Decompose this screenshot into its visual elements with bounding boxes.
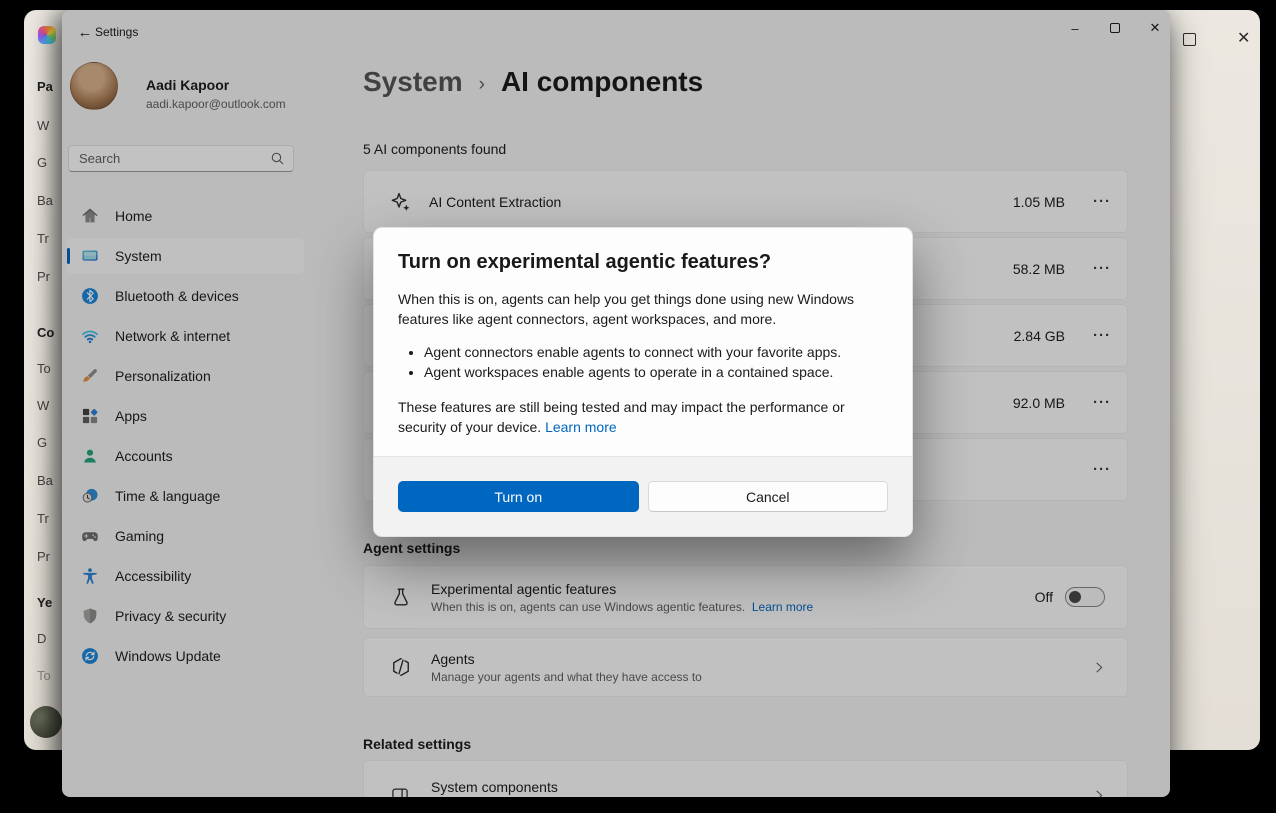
dialog-bullet: Agent connectors enable agents to connec… — [424, 342, 888, 362]
chat-history-item[interactable]: Pr — [37, 269, 50, 284]
chat-history-item[interactable]: G — [37, 435, 47, 450]
chat-history-item[interactable]: Pa — [37, 79, 53, 94]
maximize-icon[interactable] — [1183, 33, 1196, 46]
chat-history-item[interactable]: W — [37, 118, 49, 133]
copilot-logo-icon — [38, 26, 56, 44]
dialog-footer: Turn on Cancel — [374, 456, 912, 536]
chat-history-item[interactable]: G — [37, 155, 47, 170]
settings-window: ← Settings – ✕ Aadi Kapoor aadi.kapoor@o… — [62, 10, 1170, 797]
account-avatar[interactable] — [30, 706, 62, 738]
chat-history-item[interactable]: Tr — [37, 511, 49, 526]
dialog-body: When this is on, agents can help you get… — [398, 289, 870, 329]
chat-history-item[interactable]: Pr — [37, 549, 50, 564]
dialog-footnote: These features are still being tested an… — [398, 397, 870, 437]
chat-history-item[interactable]: W — [37, 398, 49, 413]
chat-history-item[interactable]: Co — [37, 325, 54, 340]
chat-history-item[interactable]: Tr — [37, 231, 49, 246]
dialog-bullet: Agent workspaces enable agents to operat… — [424, 362, 888, 382]
chat-history-item[interactable]: Ye — [37, 595, 52, 610]
chat-history-item[interactable]: To — [37, 361, 51, 376]
turn-on-button[interactable]: Turn on — [398, 481, 639, 512]
dialog-bullet-list: Agent connectors enable agents to connec… — [398, 342, 888, 382]
dialog-title: Turn on experimental agentic features? — [398, 251, 888, 274]
learn-more-link[interactable]: Learn more — [545, 419, 617, 435]
agentic-features-dialog: Turn on experimental agentic features? W… — [373, 227, 913, 537]
chat-history-item[interactable]: Ba — [37, 193, 53, 208]
chat-history-item[interactable]: To — [37, 668, 51, 683]
cancel-button[interactable]: Cancel — [648, 481, 889, 512]
chat-history-item[interactable]: D — [37, 631, 46, 646]
dialog-footnote-text: These features are still being tested an… — [398, 399, 845, 435]
close-icon[interactable]: ✕ — [1231, 27, 1256, 49]
chat-history-item[interactable]: Ba — [37, 473, 53, 488]
